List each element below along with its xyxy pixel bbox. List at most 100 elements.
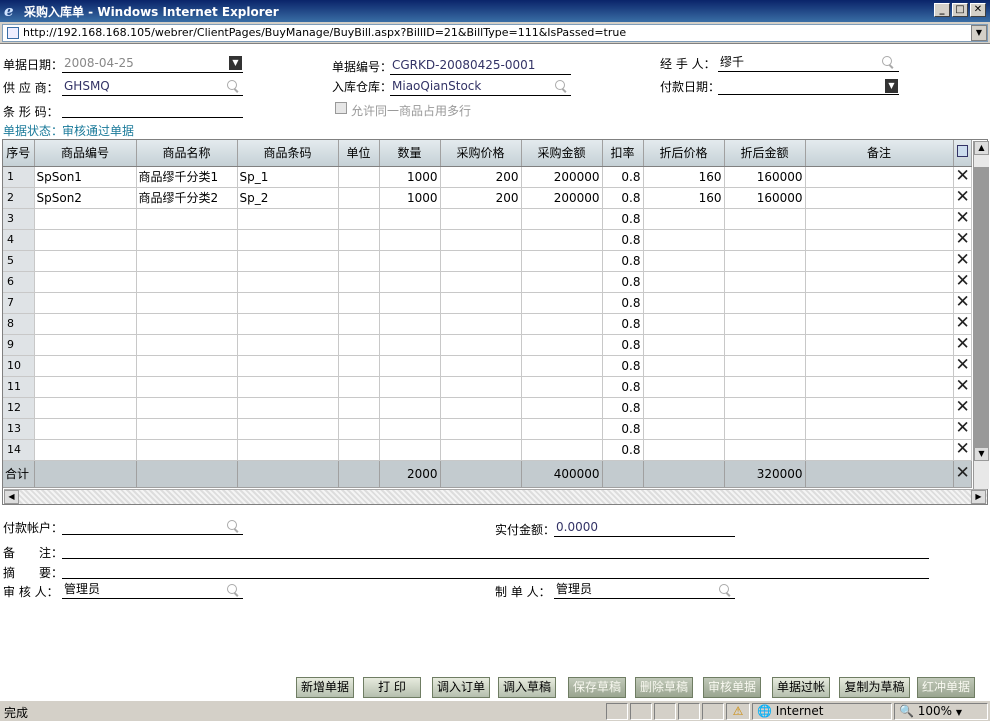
scroll-thumb[interactable] [974, 167, 989, 449]
table-cell[interactable] [237, 334, 339, 356]
handler-field[interactable]: 缪千 [718, 54, 899, 72]
table-row[interactable]: 3 0.8 ✕ [3, 208, 972, 230]
table-cell[interactable] [440, 313, 522, 335]
table-row[interactable]: 14 0.8 ✕ [3, 439, 972, 461]
address-input[interactable]: http://192.168.168.105/webrer/ClientPage… [2, 23, 988, 42]
auditor-field[interactable]: 管理员 [62, 581, 243, 599]
delete-row-icon[interactable]: ✕ [953, 334, 972, 356]
action-button-6[interactable]: 删除草稿 [635, 677, 693, 698]
table-cell[interactable] [136, 418, 238, 440]
table-cell[interactable] [338, 166, 380, 188]
table-cell[interactable] [724, 439, 806, 461]
table-cell[interactable] [724, 208, 806, 230]
table-cell[interactable] [724, 376, 806, 398]
table-cell[interactable] [521, 292, 603, 314]
table-cell[interactable] [805, 166, 954, 188]
table-row[interactable]: 9 0.8 ✕ [3, 334, 972, 356]
table-row[interactable]: 4 0.8 ✕ [3, 229, 972, 251]
table-cell[interactable]: 160000 [724, 166, 806, 188]
table-cell[interactable] [805, 376, 954, 398]
table-row[interactable]: 1 SpSon1 商品缪千分类1 Sp_1 1000 200 200000 0.8 160 160… [3, 166, 972, 188]
table-cell[interactable]: 商品缪千分类1 [136, 166, 238, 188]
delete-row-icon[interactable]: ✕ [953, 418, 972, 440]
table-cell[interactable]: 160 [643, 187, 725, 209]
table-cell[interactable]: 0.8 [602, 334, 644, 356]
table-cell[interactable]: 0.8 [602, 439, 644, 461]
table-cell[interactable] [440, 250, 522, 272]
table-cell[interactable] [338, 187, 380, 209]
account-search-icon[interactable] [227, 520, 239, 532]
table-cell[interactable]: SpSon2 [34, 187, 137, 209]
allow-multi-checkbox[interactable] [335, 102, 347, 114]
table-cell[interactable] [338, 355, 380, 377]
table-cell[interactable] [237, 208, 339, 230]
table-cell[interactable] [338, 208, 380, 230]
table-cell[interactable] [237, 271, 339, 293]
delete-row-icon[interactable]: ✕ [953, 250, 972, 272]
table-cell[interactable] [338, 229, 380, 251]
barcode-field[interactable] [62, 100, 243, 118]
table-cell[interactable] [521, 397, 603, 419]
table-cell[interactable] [643, 208, 725, 230]
table-cell[interactable] [805, 271, 954, 293]
table-cell[interactable] [34, 397, 137, 419]
table-cell[interactable] [136, 313, 238, 335]
table-cell[interactable] [521, 376, 603, 398]
table-cell[interactable] [34, 208, 137, 230]
table-cell[interactable] [521, 418, 603, 440]
table-cell[interactable]: 0.8 [602, 187, 644, 209]
table-cell[interactable]: Sp_2 [237, 187, 339, 209]
table-row[interactable]: 6 0.8 ✕ [3, 271, 972, 293]
security-icon[interactable]: ⚠ [726, 703, 750, 720]
table-cell[interactable] [237, 355, 339, 377]
delete-row-icon[interactable]: ✕ [953, 271, 972, 293]
table-cell[interactable] [643, 292, 725, 314]
delete-row-icon[interactable]: ✕ [953, 229, 972, 251]
scroll-right-icon[interactable]: ▶ [971, 490, 986, 504]
table-cell[interactable] [440, 271, 522, 293]
table-cell[interactable] [521, 439, 603, 461]
table-cell[interactable] [440, 334, 522, 356]
table-cell[interactable] [805, 355, 954, 377]
action-button-1[interactable]: 新增单据 [296, 677, 354, 698]
table-cell[interactable]: 0.8 [602, 397, 644, 419]
action-button-3[interactable]: 调入订单 [432, 677, 490, 698]
table-cell[interactable] [136, 292, 238, 314]
table-cell[interactable] [34, 355, 137, 377]
table-cell[interactable] [379, 418, 441, 440]
delete-row-icon[interactable]: ✕ [953, 187, 972, 209]
table-row[interactable]: 7 0.8 ✕ [3, 292, 972, 314]
warehouse-search-icon[interactable] [555, 80, 567, 92]
close-button[interactable]: ✕ [970, 3, 986, 17]
delete-row-icon[interactable]: ✕ [953, 313, 972, 335]
table-cell[interactable] [805, 397, 954, 419]
table-cell[interactable] [379, 229, 441, 251]
table-cell[interactable] [379, 292, 441, 314]
table-cell[interactable] [440, 229, 522, 251]
scroll-down-icon[interactable]: ▼ [974, 447, 989, 461]
action-button-7[interactable]: 审核单据 [703, 677, 761, 698]
table-cell[interactable] [34, 229, 137, 251]
action-button-9[interactable]: 复制为草稿 [839, 677, 910, 698]
grid-vertical-scrollbar[interactable]: ▲ ▼ [973, 141, 989, 489]
table-cell[interactable] [805, 313, 954, 335]
table-cell[interactable] [643, 397, 725, 419]
table-cell[interactable] [34, 250, 137, 272]
table-cell[interactable] [521, 229, 603, 251]
zoom-cell[interactable]: 🔍 100% ▼ [894, 703, 988, 720]
maker-search-icon[interactable] [719, 584, 731, 596]
table-cell[interactable] [521, 208, 603, 230]
table-cell[interactable] [643, 334, 725, 356]
table-cell[interactable] [34, 292, 137, 314]
table-cell[interactable]: 200 [440, 187, 522, 209]
table-cell[interactable] [379, 334, 441, 356]
table-cell[interactable] [521, 250, 603, 272]
table-cell[interactable] [136, 439, 238, 461]
table-row[interactable]: 8 0.8 ✕ [3, 313, 972, 335]
table-cell[interactable] [805, 250, 954, 272]
table-cell[interactable] [440, 292, 522, 314]
delete-row-icon[interactable]: ✕ [953, 166, 972, 188]
table-cell[interactable] [805, 229, 954, 251]
table-cell[interactable] [136, 271, 238, 293]
table-cell[interactable] [521, 313, 603, 335]
